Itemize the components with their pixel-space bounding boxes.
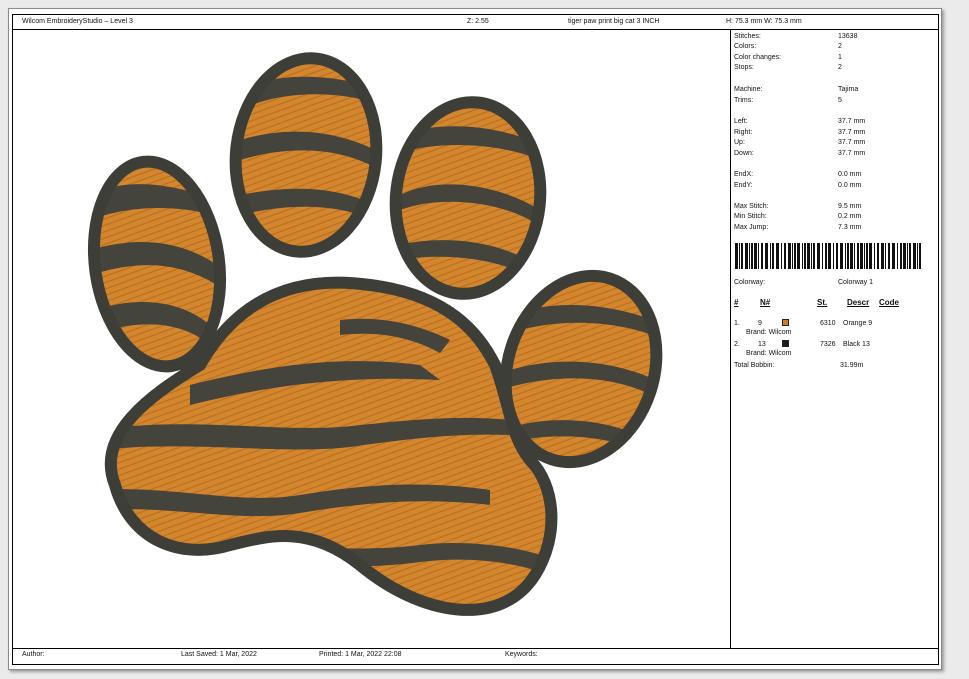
info-label: Left: xyxy=(734,118,748,125)
info-label: Max Jump: xyxy=(734,224,769,231)
info-value: 9.5 mm xyxy=(838,203,862,210)
col-header-num: # xyxy=(734,298,739,307)
color-row-stitches: 6310 xyxy=(820,320,836,327)
design-size: H: 75.3 mm W: 75.3 mm xyxy=(726,18,802,25)
info-value: 1 xyxy=(838,54,842,61)
info-label: Up: xyxy=(734,139,745,146)
info-value: 2 xyxy=(838,64,842,71)
info-value: 37.7 mm xyxy=(838,139,866,146)
total-bobbin-label: Total Bobbin: xyxy=(734,362,775,369)
color-row-n: 9 xyxy=(758,320,762,327)
footer-keywords: Keywords: xyxy=(505,651,538,658)
info-label: Machine: xyxy=(734,86,763,93)
design-name: tiger paw print big cat 3 INCH xyxy=(568,18,660,25)
col-header-n: N# xyxy=(760,298,771,307)
color-row-name: Black 13 xyxy=(843,341,870,348)
color-row-index: 1. xyxy=(734,320,740,327)
color-row-index: 2. xyxy=(734,341,740,348)
footer-divider xyxy=(12,648,939,649)
info-divider xyxy=(730,29,731,648)
col-header-st: St. xyxy=(817,298,828,307)
info-label: Stitches: xyxy=(734,33,761,40)
info-value: 7.3 mm xyxy=(838,224,862,231)
info-value: Tajima xyxy=(838,86,859,93)
colorway-label: Colorway: xyxy=(734,279,766,286)
zoom-level: Z: 2.55 xyxy=(467,18,489,25)
color-row-n: 13 xyxy=(758,341,766,348)
footer-author: Author: xyxy=(22,651,45,658)
color-row-brand: Brand: Wilcom xyxy=(746,350,792,357)
info-label: Min Stitch: xyxy=(734,213,767,220)
info-value: 13638 xyxy=(838,33,858,40)
barcode xyxy=(735,243,921,269)
info-label: Stops: xyxy=(734,64,754,71)
info-value: 2 xyxy=(838,43,842,50)
color-row-brand: Brand: Wilcom xyxy=(746,329,792,336)
info-value: 0.2 mm xyxy=(838,213,862,220)
info-value: 37.7 mm xyxy=(838,118,866,125)
info-value: 37.7 mm xyxy=(838,150,866,157)
col-header-code: Code xyxy=(879,298,899,307)
footer-last-saved: Last Saved: 1 Mar, 2022 xyxy=(181,651,257,658)
info-label: Right: xyxy=(734,129,753,136)
info-label: Colors: xyxy=(734,43,757,50)
software-name: Wilcom EmbroideryStudio – Level 3 xyxy=(22,18,133,25)
info-label: Down: xyxy=(734,150,754,157)
info-label: EndX: xyxy=(734,171,754,178)
paw-print-design xyxy=(81,52,670,616)
info-value: 0.0 mm xyxy=(838,171,862,178)
colorway-value: Colorway 1 xyxy=(838,279,874,286)
color-swatch-orange xyxy=(782,319,789,326)
color-swatch-black xyxy=(782,340,789,347)
footer-printed: Printed: 1 Mar, 2022 22:08 xyxy=(319,651,402,658)
info-label: EndY: xyxy=(734,182,753,189)
info-label: Trims: xyxy=(734,97,754,104)
header-divider xyxy=(12,29,939,30)
info-value: 37.7 mm xyxy=(838,129,866,136)
color-row-stitches: 7326 xyxy=(820,341,836,348)
info-value: 5 xyxy=(838,97,842,104)
color-row-name: Orange 9 xyxy=(843,320,873,327)
info-value: 0.0 mm xyxy=(838,182,862,189)
total-bobbin-value: 31.99m xyxy=(840,362,864,369)
col-header-descr: Descr xyxy=(847,298,870,307)
info-label: Color changes: xyxy=(734,54,782,61)
info-label: Max Stitch: xyxy=(734,203,769,210)
